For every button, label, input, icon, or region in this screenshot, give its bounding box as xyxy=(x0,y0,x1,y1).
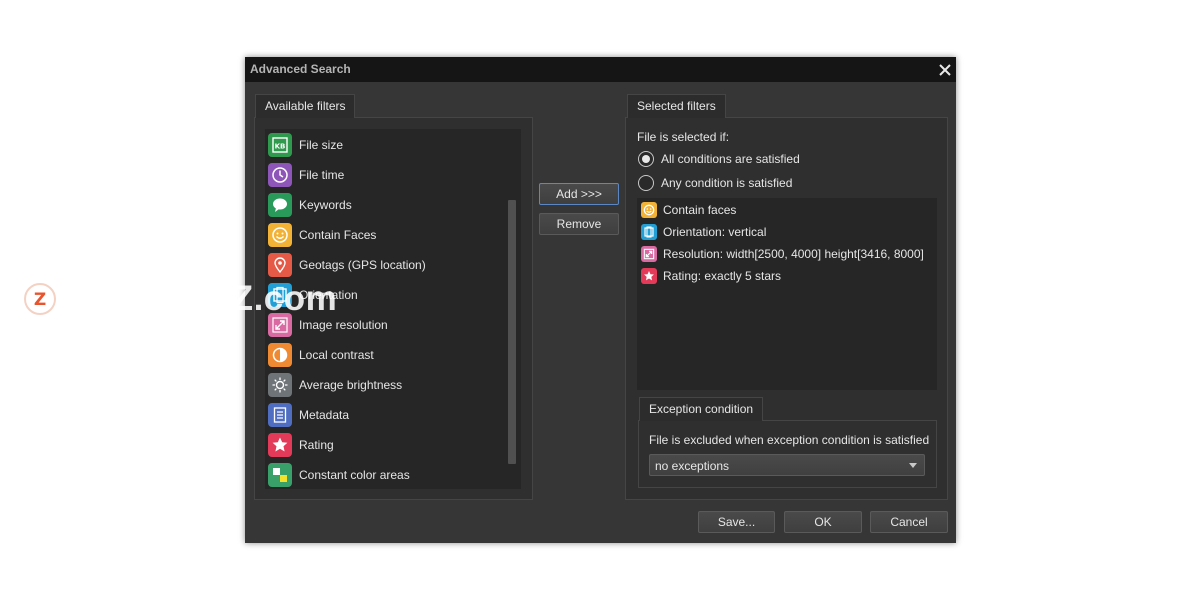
tab-exception-condition[interactable]: Exception condition xyxy=(639,397,764,421)
orientation-icon xyxy=(641,224,657,240)
filter-item-geotags[interactable]: Geotags (GPS location) xyxy=(268,251,508,279)
condition-contain-faces[interactable]: Contain faces xyxy=(641,200,736,220)
sun-icon xyxy=(268,373,292,397)
chevron-down-icon xyxy=(909,463,917,468)
filter-label: Rating xyxy=(299,438,334,452)
filter-item-rating[interactable]: Rating xyxy=(268,431,508,459)
contrast-icon xyxy=(268,343,292,367)
radio-button-unchecked[interactable] xyxy=(638,175,654,191)
selected-conditions-list[interactable]: Contain faces Orientation: vertical Reso… xyxy=(637,198,937,390)
close-icon xyxy=(939,63,951,76)
filter-label: Contain Faces xyxy=(299,228,377,242)
exception-description: File is excluded when exception conditio… xyxy=(649,433,930,447)
filter-item-constant-color-areas[interactable]: Constant color areas xyxy=(268,461,508,489)
filter-item-file-size[interactable]: KB File size xyxy=(268,131,508,159)
ok-button[interactable]: OK xyxy=(784,511,862,533)
save-button[interactable]: Save... xyxy=(698,511,775,533)
filter-label: Image resolution xyxy=(299,318,388,332)
watermark-text: www.MacZ.com xyxy=(70,279,338,318)
color-blocks-icon xyxy=(268,463,292,487)
title-bar: Advanced Search xyxy=(245,57,956,82)
star-icon xyxy=(268,433,292,457)
filter-item-contain-faces[interactable]: Contain Faces xyxy=(268,221,508,249)
file-size-icon: KB xyxy=(268,133,292,157)
radio-button-checked[interactable] xyxy=(638,151,654,167)
resize-arrows-icon xyxy=(641,246,657,262)
condition-label: Orientation: vertical xyxy=(663,225,767,239)
exception-select[interactable]: no exceptions xyxy=(649,454,925,476)
filter-item-keywords[interactable]: Keywords xyxy=(268,191,508,219)
radio-label: Any condition is satisfied xyxy=(661,176,793,190)
watermark: Z www.MacZ.com xyxy=(20,279,337,319)
filter-label: File time xyxy=(299,168,345,182)
filter-label: Constant color areas xyxy=(299,468,410,482)
tab-available-filters[interactable]: Available filters xyxy=(255,94,356,118)
selection-intro-text: File is selected if: xyxy=(637,130,730,144)
filter-item-local-contrast[interactable]: Local contrast xyxy=(268,341,508,369)
exception-select-value: no exceptions xyxy=(655,459,730,473)
face-icon xyxy=(641,202,657,218)
filter-label: Local contrast xyxy=(299,348,374,362)
face-icon xyxy=(268,223,292,247)
clock-icon xyxy=(268,163,292,187)
radio-dot xyxy=(642,155,650,163)
radio-all-conditions[interactable]: All conditions are satisfied xyxy=(638,151,800,167)
location-pin-icon xyxy=(268,253,292,277)
condition-label: Rating: exactly 5 stars xyxy=(663,269,782,283)
filter-item-average-brightness[interactable]: Average brightness xyxy=(268,371,508,399)
close-button[interactable] xyxy=(934,57,956,82)
condition-rating[interactable]: Rating: exactly 5 stars xyxy=(641,266,781,286)
cancel-button[interactable]: Cancel xyxy=(870,511,948,533)
filter-item-file-time[interactable]: File time xyxy=(268,161,508,189)
document-lines-icon xyxy=(268,403,292,427)
filter-label: Metadata xyxy=(299,408,350,422)
condition-label: Contain faces xyxy=(663,203,737,217)
remove-button[interactable]: Remove xyxy=(539,213,619,235)
dialog-title: Advanced Search xyxy=(250,62,351,76)
condition-resolution[interactable]: Resolution: width[2500, 4000] height[341… xyxy=(641,244,924,264)
star-icon xyxy=(641,268,657,284)
filter-list-scrollbar[interactable] xyxy=(508,200,516,464)
filter-label: Keywords xyxy=(299,198,352,212)
svg-text:KB: KB xyxy=(275,143,286,151)
filter-item-metadata[interactable]: Metadata xyxy=(268,401,508,429)
filter-label: Average brightness xyxy=(299,378,403,392)
condition-orientation[interactable]: Orientation: vertical xyxy=(641,222,766,242)
filter-label: File size xyxy=(299,138,344,152)
radio-label: All conditions are satisfied xyxy=(661,152,800,166)
filter-label: Geotags (GPS location) xyxy=(299,258,426,272)
speech-bubble-icon xyxy=(268,193,292,217)
radio-any-condition[interactable]: Any condition is satisfied xyxy=(638,175,792,191)
svg-text:Z: Z xyxy=(34,290,46,310)
watermark-logo: Z xyxy=(20,279,60,319)
tab-selected-filters[interactable]: Selected filters xyxy=(627,94,726,118)
condition-label: Resolution: width[2500, 4000] height[341… xyxy=(663,247,924,261)
add-button[interactable]: Add >>> xyxy=(539,183,619,205)
